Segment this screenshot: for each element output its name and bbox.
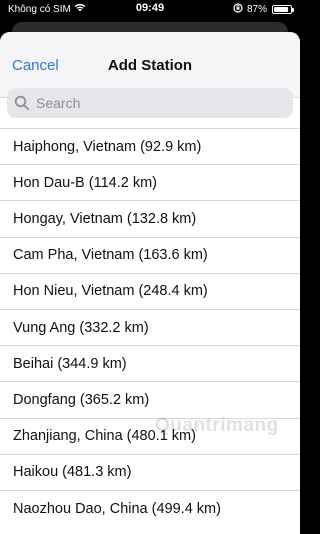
- station-label: Hon Nieu, Vietnam (248.4 km): [13, 283, 208, 300]
- station-label: Beihai (344.9 km): [13, 355, 127, 372]
- station-label: Hongay, Vietnam (132.8 km): [13, 210, 197, 227]
- add-station-sheet: Cancel Add Station Haiphong, Vietnam (92…: [0, 32, 300, 534]
- battery-fill: [274, 7, 288, 12]
- list-item[interactable]: Hongay, Vietnam (132.8 km): [0, 201, 300, 238]
- station-label: Naozhou Dao, China (499.4 km): [13, 500, 221, 517]
- battery-icon: [272, 5, 294, 14]
- list-item[interactable]: Vung Ang (332.2 km): [0, 310, 300, 347]
- list-item[interactable]: Zhanjiang, China (480.1 km): [0, 419, 300, 455]
- orientation-lock-icon: [233, 3, 243, 16]
- station-label: Haiphong, Vietnam (92.9 km): [13, 138, 202, 155]
- station-label: Zhanjiang, China (480.1 km): [13, 428, 196, 445]
- station-label: Hon Dau-B (114.2 km): [13, 174, 157, 191]
- search-icon: [14, 95, 30, 111]
- search-bar[interactable]: [7, 88, 293, 118]
- list-item[interactable]: Cam Pha, Vietnam (163.6 km): [0, 238, 300, 274]
- station-label: Haikou (481.3 km): [13, 464, 132, 481]
- station-label: Dongfang (365.2 km): [13, 391, 150, 408]
- list-item[interactable]: Dongfang (365.2 km): [0, 382, 300, 419]
- status-bar: Không có SIM 09:49 87%: [0, 0, 300, 20]
- cancel-button[interactable]: Cancel: [12, 57, 59, 74]
- station-list: Haiphong, Vietnam (92.9 km) Hon Dau-B (11…: [0, 128, 300, 527]
- battery-percent: 87%: [246, 4, 267, 15]
- list-item[interactable]: Haikou (481.3 km): [0, 455, 300, 491]
- status-right: 87%: [233, 3, 294, 16]
- screen: Không có SIM 09:49 87% Cancel Add Statio…: [0, 0, 300, 534]
- station-label: Cam Pha, Vietnam (163.6 km): [13, 247, 208, 264]
- list-item[interactable]: Naozhou Dao, China (499.4 km): [0, 491, 300, 527]
- list-item[interactable]: Beihai (344.9 km): [0, 346, 300, 383]
- list-item[interactable]: Hon Dau-B (114.2 km): [0, 165, 300, 202]
- list-item[interactable]: Haiphong, Vietnam (92.9 km): [0, 129, 300, 166]
- list-item[interactable]: Hon Nieu, Vietnam (248.4 km): [0, 274, 300, 310]
- station-label: Vung Ang (332.2 km): [13, 319, 149, 336]
- search-input[interactable]: [36, 95, 276, 111]
